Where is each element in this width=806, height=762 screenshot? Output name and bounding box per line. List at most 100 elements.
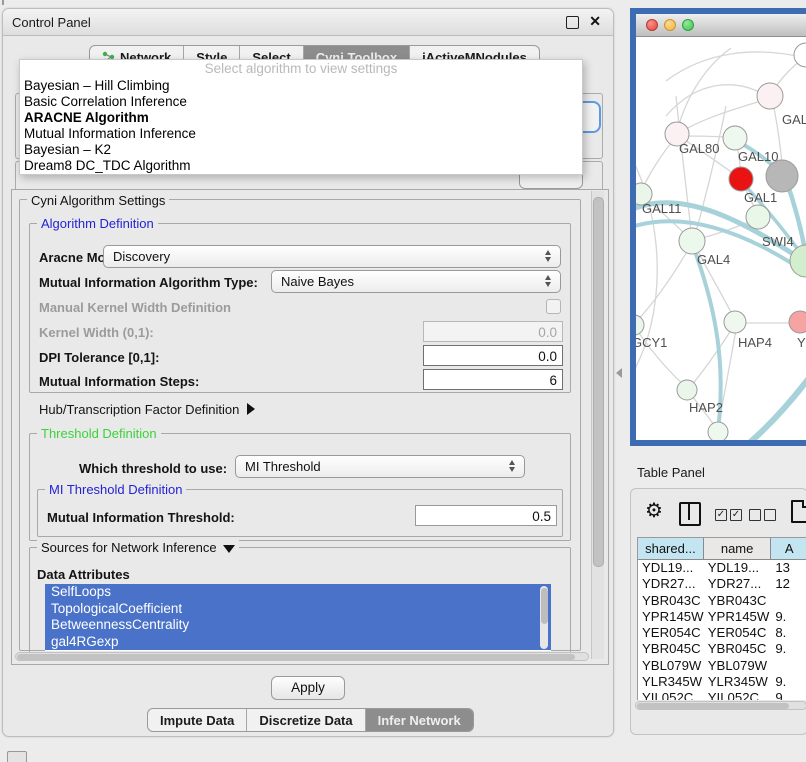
table-cell: YPR145W (638, 609, 704, 625)
network-edge[interactable] (689, 324, 735, 388)
table-cell: YBR043C (638, 593, 704, 609)
screen: Control Panel ✕ NetworkStyleSelectCyni T… (0, 0, 806, 762)
attributes-scrollbar-thumb[interactable] (541, 588, 548, 624)
algorithm-option[interactable]: Bayesian – K2 (20, 142, 582, 158)
network-edge[interactable] (666, 52, 806, 81)
float-window-icon[interactable] (566, 16, 579, 29)
network-edge[interactable] (636, 221, 806, 278)
close-icon[interactable]: ✕ (589, 14, 601, 28)
table-panel-title: Table Panel (637, 465, 705, 480)
table-cell: YIL052C (704, 690, 772, 700)
mi-algorithm-type-label: Mutual Information Algorithm Type: (39, 275, 258, 290)
minimize-traffic-light-icon[interactable] (664, 19, 676, 31)
node-gcy1[interactable] (636, 315, 644, 335)
table-row[interactable]: YPR145WYPR145W9. (638, 609, 806, 625)
tab-infer-network[interactable]: Infer Network (366, 709, 473, 731)
node-top-partial[interactable] (794, 43, 806, 67)
split-pane-collapse-icon[interactable] (616, 368, 622, 378)
table-cell (771, 593, 806, 609)
table-row[interactable]: YBL079WYBL079W (638, 658, 806, 674)
network-edge[interactable] (666, 85, 770, 116)
file-icon[interactable] (791, 500, 806, 523)
node-gal4[interactable] (679, 228, 705, 254)
which-threshold-label: Which threshold to use: (79, 461, 227, 476)
network-edge[interactable] (636, 243, 692, 324)
node-swi4[interactable] (790, 245, 806, 277)
node-gal1-green[interactable] (746, 205, 770, 229)
table-cell: 9. (771, 674, 806, 690)
manual-kernel-checkbox[interactable] (546, 299, 561, 314)
table-cell: YBR045C (638, 641, 704, 657)
splitter-tick (2, 0, 4, 5)
settings-hscrollbar-thumb[interactable] (17, 654, 575, 660)
table-row[interactable]: YDR27...YDR27...12 (638, 576, 806, 592)
dpi-tolerance-label: DPI Tolerance [0,1]: (39, 350, 159, 365)
close-traffic-light-icon[interactable] (646, 19, 658, 31)
network-canvas[interactable]: GAL7GAL80GAL10GAL1GAL11GAL4SWI4GCY1HAP4Y… (636, 36, 806, 440)
table-cell: YER054C (638, 625, 704, 641)
node-gal1-red[interactable] (729, 167, 753, 191)
network-edge[interactable] (694, 106, 726, 239)
node-table[interactable]: shared...nameA YDL19...YDL19...13YDR27..… (637, 537, 806, 700)
tab-impute-data[interactable]: Impute Data (148, 709, 247, 731)
table-row[interactable]: YLR345WYLR345W9. (638, 674, 806, 690)
gear-icon[interactable]: ⚙ (645, 501, 663, 521)
aracne-mode-select[interactable]: Discovery (103, 245, 561, 268)
data-attributes-list[interactable]: SelfLoopsTopologicalCoefficientBetweenne… (45, 584, 551, 651)
checked-columns-icon[interactable]: ✓✓ (715, 509, 742, 521)
table-row[interactable]: YER054CYER054C8. (638, 625, 806, 641)
zoom-traffic-light-icon[interactable] (682, 19, 694, 31)
node-gal7-label: GAL7 (782, 112, 806, 127)
column-header[interactable]: A (771, 538, 806, 559)
minimized-panel-grip[interactable] (7, 751, 27, 762)
algorithm-option[interactable]: Bayesian – Hill Climbing (20, 78, 582, 94)
node-bottom-partial[interactable] (708, 422, 728, 440)
settings-hscrollbar-track[interactable] (15, 652, 589, 661)
settings-scrollbar-thumb[interactable] (593, 197, 604, 567)
table-row[interactable]: YBR045CYBR045C9. (638, 641, 806, 657)
which-threshold-select[interactable]: MI Threshold (235, 455, 525, 478)
node-salmon[interactable] (789, 311, 806, 333)
attribute-item[interactable]: SelfLoops (45, 584, 551, 601)
node-hap2[interactable] (677, 380, 697, 400)
dpi-tolerance-field[interactable]: 0.0 (423, 345, 563, 366)
algorithm-option[interactable]: Basic Correlation Inference (20, 94, 582, 110)
tab-discretize-data[interactable]: Discretize Data (247, 709, 365, 731)
threshold-definition-legend: Threshold Definition (37, 426, 161, 441)
node-gal10[interactable] (723, 126, 747, 150)
algorithm-option[interactable]: Mutual Information Inference (20, 126, 582, 142)
table-row[interactable]: YBR043CYBR043C (638, 593, 806, 609)
mi-algorithm-type-select[interactable]: Naive Bayes (271, 270, 561, 293)
split-view-icon[interactable] (679, 502, 701, 526)
hub-definition-toggle[interactable]: Hub/Transcription Factor Definition (39, 402, 255, 417)
attribute-item[interactable]: TopologicalCoefficient (45, 601, 551, 618)
node-hap4[interactable] (724, 311, 746, 333)
mi-threshold-definition-legend: MI Threshold Definition (45, 482, 186, 497)
table-hscrollbar-track[interactable] (635, 701, 806, 710)
attribute-item[interactable]: BetweennessCentrality (45, 617, 551, 634)
table-cell: 9. (771, 690, 806, 700)
network-window-titlebar[interactable] (636, 14, 806, 37)
node-swi4-label: SWI4 (762, 234, 794, 249)
table-row[interactable]: YDL19...YDL19...13 (638, 560, 806, 576)
attribute-item[interactable]: gal4RGexp (45, 634, 551, 651)
algorithm-option[interactable]: Dream8 DC_TDC Algorithm (20, 158, 582, 174)
node-gal7[interactable] (757, 83, 783, 109)
algorithm-option[interactable]: ARACNE Algorithm (20, 110, 582, 126)
node-gal1-red-label: GAL1 (744, 190, 777, 205)
table-hscrollbar-thumb[interactable] (637, 703, 789, 709)
node-gal4-label: GAL4 (697, 252, 730, 267)
column-header[interactable]: shared... (638, 538, 704, 559)
which-threshold-value: MI Threshold (245, 459, 321, 474)
mi-steps-field[interactable]: 6 (423, 369, 563, 390)
control-panel-window: Control Panel ✕ NetworkStyleSelectCyni T… (2, 8, 614, 737)
table-row[interactable]: YIL052CYIL052C9. (638, 690, 806, 700)
table-cell: YDR27... (704, 576, 772, 592)
node-gray[interactable] (766, 160, 798, 192)
mi-threshold-field[interactable]: 0.5 (415, 505, 557, 526)
unchecked-columns-icon[interactable] (749, 509, 776, 521)
apply-button[interactable]: Apply (271, 676, 345, 700)
network-edge[interactable] (676, 96, 692, 239)
column-header[interactable]: name (704, 538, 772, 559)
collapse-down-icon[interactable] (223, 545, 235, 553)
